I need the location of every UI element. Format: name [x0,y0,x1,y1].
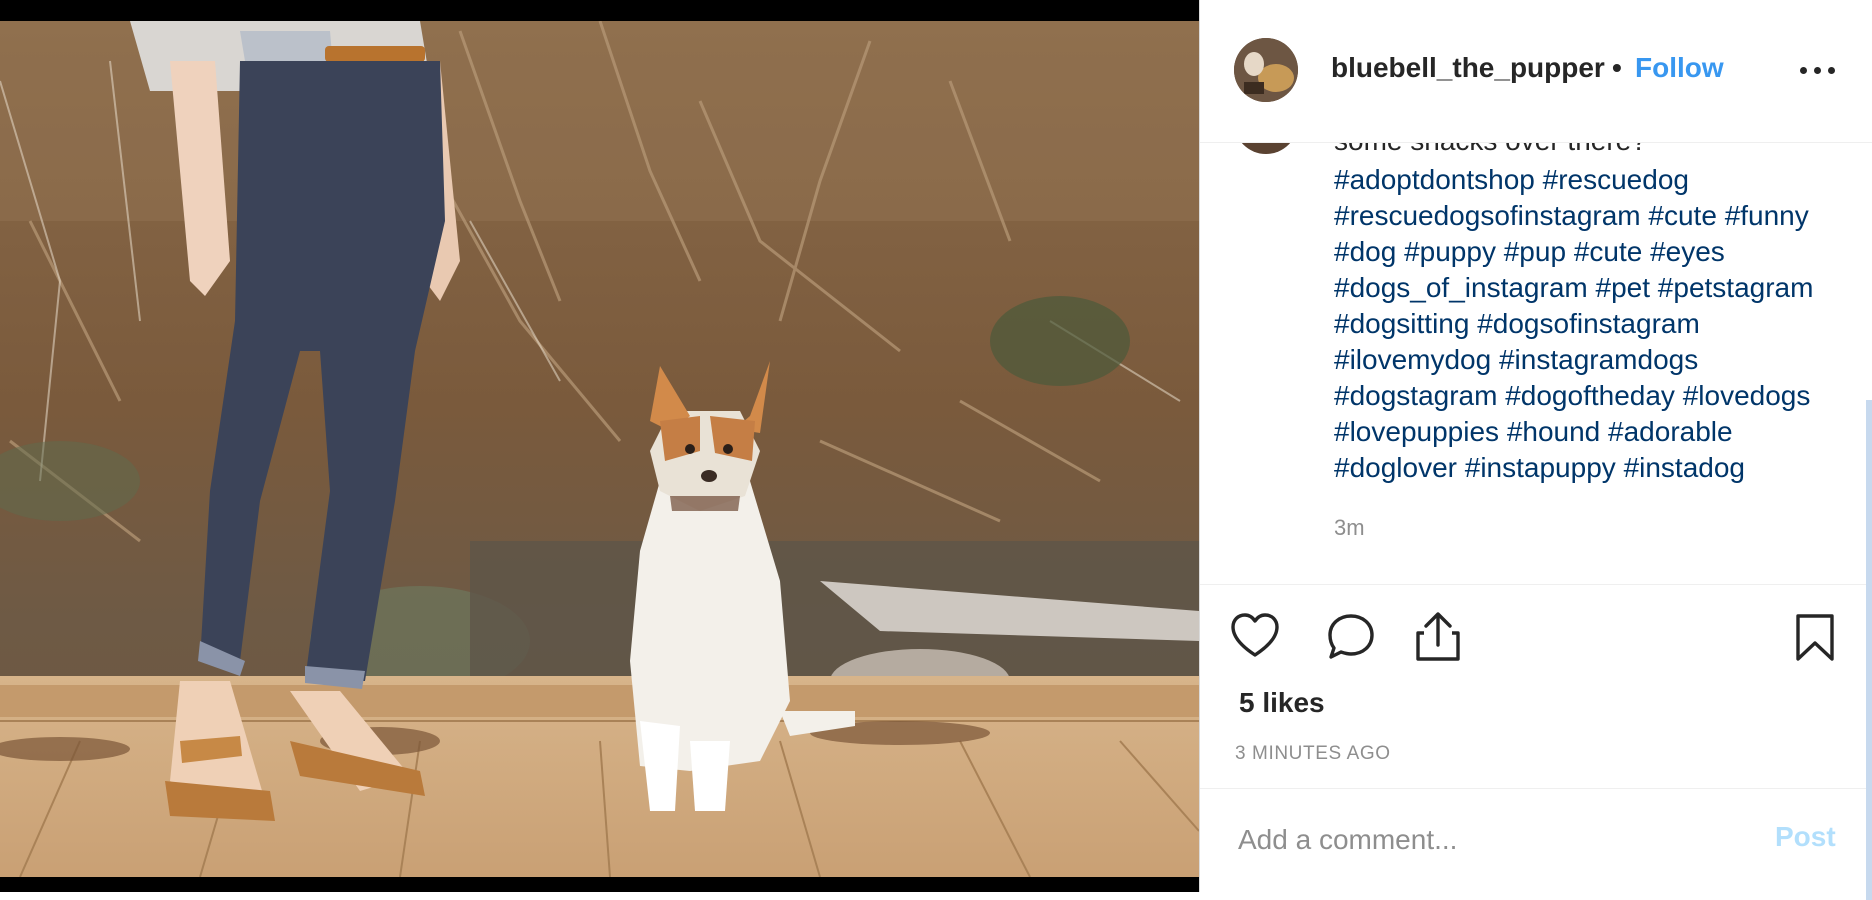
hashtag-line: #lovepuppies #hound #adorable [1334,414,1854,450]
share-icon[interactable] [1414,611,1462,668]
hashtag-line: #dogsitting #dogsofinstagram [1334,306,1854,342]
follow-button[interactable]: Follow [1635,52,1724,84]
hashtag-link[interactable]: #adoptdontshop [1334,164,1535,195]
heart-icon[interactable] [1230,613,1280,662]
hashtag-line: #adoptdontshop #rescuedog [1334,162,1854,198]
post-comment-button[interactable]: Post [1775,821,1836,853]
hashtag-link[interactable]: #puppy [1404,236,1496,267]
hashtag-link[interactable]: #pet [1596,272,1651,303]
hashtag-link[interactable]: #cute [1574,236,1643,267]
hashtag-link[interactable]: #dogsitting [1334,308,1469,339]
hashtag-link[interactable]: #instagramdogs [1499,344,1698,375]
comment-form: Post [1200,788,1872,894]
hashtag-line: #dogstagram #dogoftheday #lovedogs [1334,378,1854,414]
avatar[interactable] [1234,38,1298,102]
separator-dot: • [1612,52,1622,83]
likes-count[interactable]: 5 likes [1239,687,1325,719]
bookmark-icon[interactable] [1794,613,1836,668]
hashtag-link[interactable]: #eyes [1650,236,1725,267]
username[interactable]: bluebell_the_pupper [1331,52,1605,84]
post-media[interactable] [0,0,1199,892]
hashtag-link[interactable]: #petstagram [1658,272,1814,303]
hashtag-line: #ilovemydog #instagramdogs [1334,342,1854,378]
hashtag-link[interactable]: #dog [1334,236,1396,267]
hashtag-link[interactable]: #instapuppy [1465,452,1616,483]
hashtag-link[interactable]: #lovedogs [1683,380,1811,411]
window-edge [1866,400,1872,900]
post-timestamp[interactable]: 3 MINUTES AGO [1235,743,1391,765]
hashtag-link[interactable]: #doglover [1334,452,1457,483]
caption-area: some snacks over there? #adoptdontshop #… [1200,142,1872,584]
hashtag-link[interactable]: #dogs_of_instagram [1334,272,1588,303]
hashtag-line: #dog #puppy #pup #cute #eyes [1334,234,1854,270]
comment-icon[interactable] [1326,613,1376,666]
hashtag-link[interactable]: #instadog [1624,452,1745,483]
hashtag-link[interactable]: #dogsofinstagram [1477,308,1700,339]
hashtag-list: #adoptdontshop #rescuedog #rescuedogsofin… [1334,162,1854,486]
hashtag-link[interactable]: #ilovemydog [1334,344,1491,375]
hashtag-link[interactable]: #adorable [1608,416,1733,447]
hashtag-link[interactable]: #cute [1648,200,1717,231]
caption-text-partial: some snacks over there? [1334,142,1647,157]
comment-input[interactable] [1236,819,1720,861]
hashtag-link[interactable]: #rescuedog [1543,164,1689,195]
hashtag-link[interactable]: #hound [1507,416,1600,447]
more-options-icon[interactable] [1798,48,1842,92]
hashtag-link[interactable]: #funny [1725,200,1809,231]
post-photo[interactable] [0,21,1199,877]
hashtag-link[interactable]: #pup [1504,236,1566,267]
hashtag-line: #doglover #instapuppy #instadog [1334,450,1854,486]
post-header: bluebell_the_pupper • Follow [1200,0,1872,143]
hashtag-line: #rescuedogsofinstagram #cute #funny [1334,198,1854,234]
caption-timestamp: 3m [1334,515,1365,540]
hashtag-link[interactable]: #dogoftheday [1505,380,1675,411]
post-details-panel: bluebell_the_pupper • Follow some snacks… [1199,0,1872,892]
hashtag-line: #dogs_of_instagram #pet #petstagram [1334,270,1854,306]
hashtag-link[interactable]: #dogstagram [1334,380,1497,411]
action-bar: 5 likes 3 MINUTES AGO Post [1200,584,1872,893]
hashtag-link[interactable]: #lovepuppies [1334,416,1499,447]
caption-avatar[interactable] [1234,142,1298,154]
hashtag-link[interactable]: #rescuedogsofinstagram [1334,200,1641,231]
